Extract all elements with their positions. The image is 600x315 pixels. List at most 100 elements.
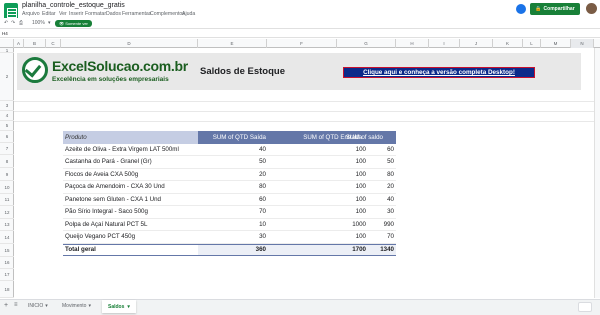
comments-icon[interactable] [516, 4, 526, 14]
menu-ver[interactable]: Ver [59, 11, 67, 17]
row-header[interactable]: 8 [0, 155, 14, 168]
row-header[interactable]: 12 [0, 206, 14, 219]
cell-entrada[interactable]: 100 [356, 208, 366, 215]
cell-saldo[interactable]: 60 [387, 146, 394, 153]
cell-entrada[interactable]: 100 [356, 233, 366, 240]
undo-icon[interactable]: ↶ [4, 20, 8, 26]
cell-saldo[interactable]: 20 [387, 183, 394, 190]
cell-entrada[interactable]: 1000 [352, 221, 366, 228]
total-saldo[interactable]: 1340 [380, 246, 394, 253]
menu-formatar[interactable]: Formatar [85, 11, 106, 17]
row-header[interactable]: 14 [0, 231, 14, 244]
explore-button[interactable] [578, 302, 592, 312]
col-header-j[interactable]: J [460, 39, 493, 48]
menu-ferramentas[interactable]: Ferramentas [122, 11, 151, 17]
avatar[interactable] [586, 3, 597, 14]
cell-saida[interactable]: 40 [259, 146, 266, 153]
cell-produto[interactable]: Flocos de Aveia CXA 500g [65, 171, 138, 178]
col-header-b[interactable]: B [24, 39, 46, 48]
chevron-down-icon[interactable]: ▾ [48, 20, 51, 26]
cell-saldo[interactable]: 80 [387, 171, 394, 178]
cell-saldo[interactable]: 30 [387, 208, 394, 215]
cell-saldo[interactable]: 990 [384, 221, 394, 228]
cell-reference[interactable]: H4 [2, 31, 8, 36]
col-header-k[interactable]: K [493, 39, 523, 48]
row-header[interactable]: 13 [0, 219, 14, 231]
col-header-f[interactable]: F [267, 39, 337, 48]
pivot-header-row: Produto SUM of QTD Saída SUM of QTD Entr… [63, 131, 396, 144]
menu-inserir[interactable]: Inserir [69, 11, 83, 17]
row-header[interactable]: 5 [0, 121, 14, 131]
cell-saida[interactable]: 80 [259, 183, 266, 190]
cell-produto[interactable]: Queijo Vegano PCT 450g [65, 233, 135, 240]
header-saldo[interactable]: SUM of saldo [346, 134, 383, 141]
redo-icon[interactable]: ↷ [11, 20, 15, 26]
col-header-a[interactable]: A [14, 39, 24, 48]
cell-entrada[interactable]: 100 [356, 196, 366, 203]
row-header[interactable]: 18 [0, 281, 14, 298]
print-icon[interactable]: ⎙ [19, 20, 23, 26]
cell-produto[interactable]: Polpa de Açaí Natural PCT 5L [65, 221, 147, 228]
tab-inicio[interactable]: INICIO ▾ [28, 303, 48, 309]
menu-ajuda[interactable]: Ajuda [182, 11, 195, 17]
share-button[interactable]: 🔒 Compartilhar [530, 3, 580, 15]
col-header-e[interactable]: E [198, 39, 267, 48]
col-header-c[interactable]: C [46, 39, 61, 48]
cell-saida[interactable]: 20 [259, 171, 266, 178]
cell-produto[interactable]: Pão Sírio Integral - Saco 500g [65, 208, 148, 215]
tab-movimento[interactable]: Movimento ▾ [62, 303, 91, 309]
cell-produto[interactable]: Panetone sem Gluten - CXA 1 Und [65, 196, 161, 203]
col-header-h[interactable]: H [396, 39, 429, 48]
cell-saida[interactable]: 70 [259, 208, 266, 215]
col-header-i[interactable]: I [429, 39, 460, 48]
cell-saldo[interactable]: 70 [387, 233, 394, 240]
total-label[interactable]: Total geral [65, 246, 96, 253]
col-header-l[interactable]: L [523, 39, 541, 48]
document-title[interactable]: planilha_controle_estoque_gratis [22, 2, 125, 9]
menu-complementos[interactable]: Complementos [150, 11, 185, 17]
row-header[interactable]: 11 [0, 194, 14, 206]
col-header-d[interactable]: D [61, 39, 198, 48]
cell-saida[interactable]: 50 [259, 158, 266, 165]
view-only-chip[interactable]: 👁 Somente ver [55, 20, 92, 27]
row-header[interactable]: 3 [0, 101, 14, 111]
row-header[interactable]: 7 [0, 143, 14, 155]
desktop-version-link[interactable]: Clique aqui e conheça a versão completa … [343, 67, 535, 78]
add-sheet-icon[interactable]: + [4, 302, 8, 309]
row-header[interactable]: 17 [0, 269, 14, 281]
formula-bar[interactable] [0, 30, 600, 38]
menu-editar[interactable]: Editar [42, 11, 56, 17]
menu-arquivo[interactable]: Arquivo [22, 11, 40, 17]
col-header-n[interactable]: N [571, 39, 594, 48]
col-header-g[interactable]: G [337, 39, 396, 48]
cell-entrada[interactable]: 100 [356, 183, 366, 190]
row-header[interactable]: 10 [0, 181, 14, 194]
cell-produto[interactable]: Azeite de Oliva - Extra Virgem LAT 500ml [65, 146, 179, 153]
total-saida[interactable]: 360 [256, 246, 266, 253]
cell-entrada[interactable]: 100 [356, 158, 366, 165]
col-header-m[interactable]: M [541, 39, 571, 48]
row-header[interactable]: 6 [0, 131, 14, 143]
vertical-scrollbar[interactable] [594, 48, 600, 298]
cell-saida[interactable]: 10 [259, 221, 266, 228]
all-sheets-icon[interactable]: ≡ [14, 302, 18, 308]
row-header[interactable]: 16 [0, 257, 14, 269]
cell-saida[interactable]: 30 [259, 233, 266, 240]
tab-saldos[interactable]: Saldos ▾ [102, 300, 136, 313]
cell-produto[interactable]: Paçoca de Amendoim - CXA 30 Und [65, 183, 165, 190]
zoom-select[interactable]: 100% [32, 20, 45, 26]
header-qtd-saida[interactable]: SUM of QTD Saída [213, 134, 266, 141]
cell-produto[interactable]: Castanha do Pará - Granel (Gr) [65, 158, 152, 165]
header-produto[interactable]: Produto [63, 131, 198, 144]
cell-entrada[interactable]: 100 [356, 146, 366, 153]
row-header[interactable]: 15 [0, 244, 14, 257]
total-entrada[interactable]: 1700 [352, 246, 366, 253]
menu-dados[interactable]: Dados [106, 11, 121, 17]
cell-saldo[interactable]: 40 [387, 196, 394, 203]
cell-saldo[interactable]: 50 [387, 158, 394, 165]
row-header[interactable]: 9 [0, 168, 14, 181]
cell-saida[interactable]: 60 [259, 196, 266, 203]
row-header[interactable]: 4 [0, 111, 14, 121]
row-header[interactable]: 2 [0, 53, 14, 101]
cell-entrada[interactable]: 100 [356, 171, 366, 178]
